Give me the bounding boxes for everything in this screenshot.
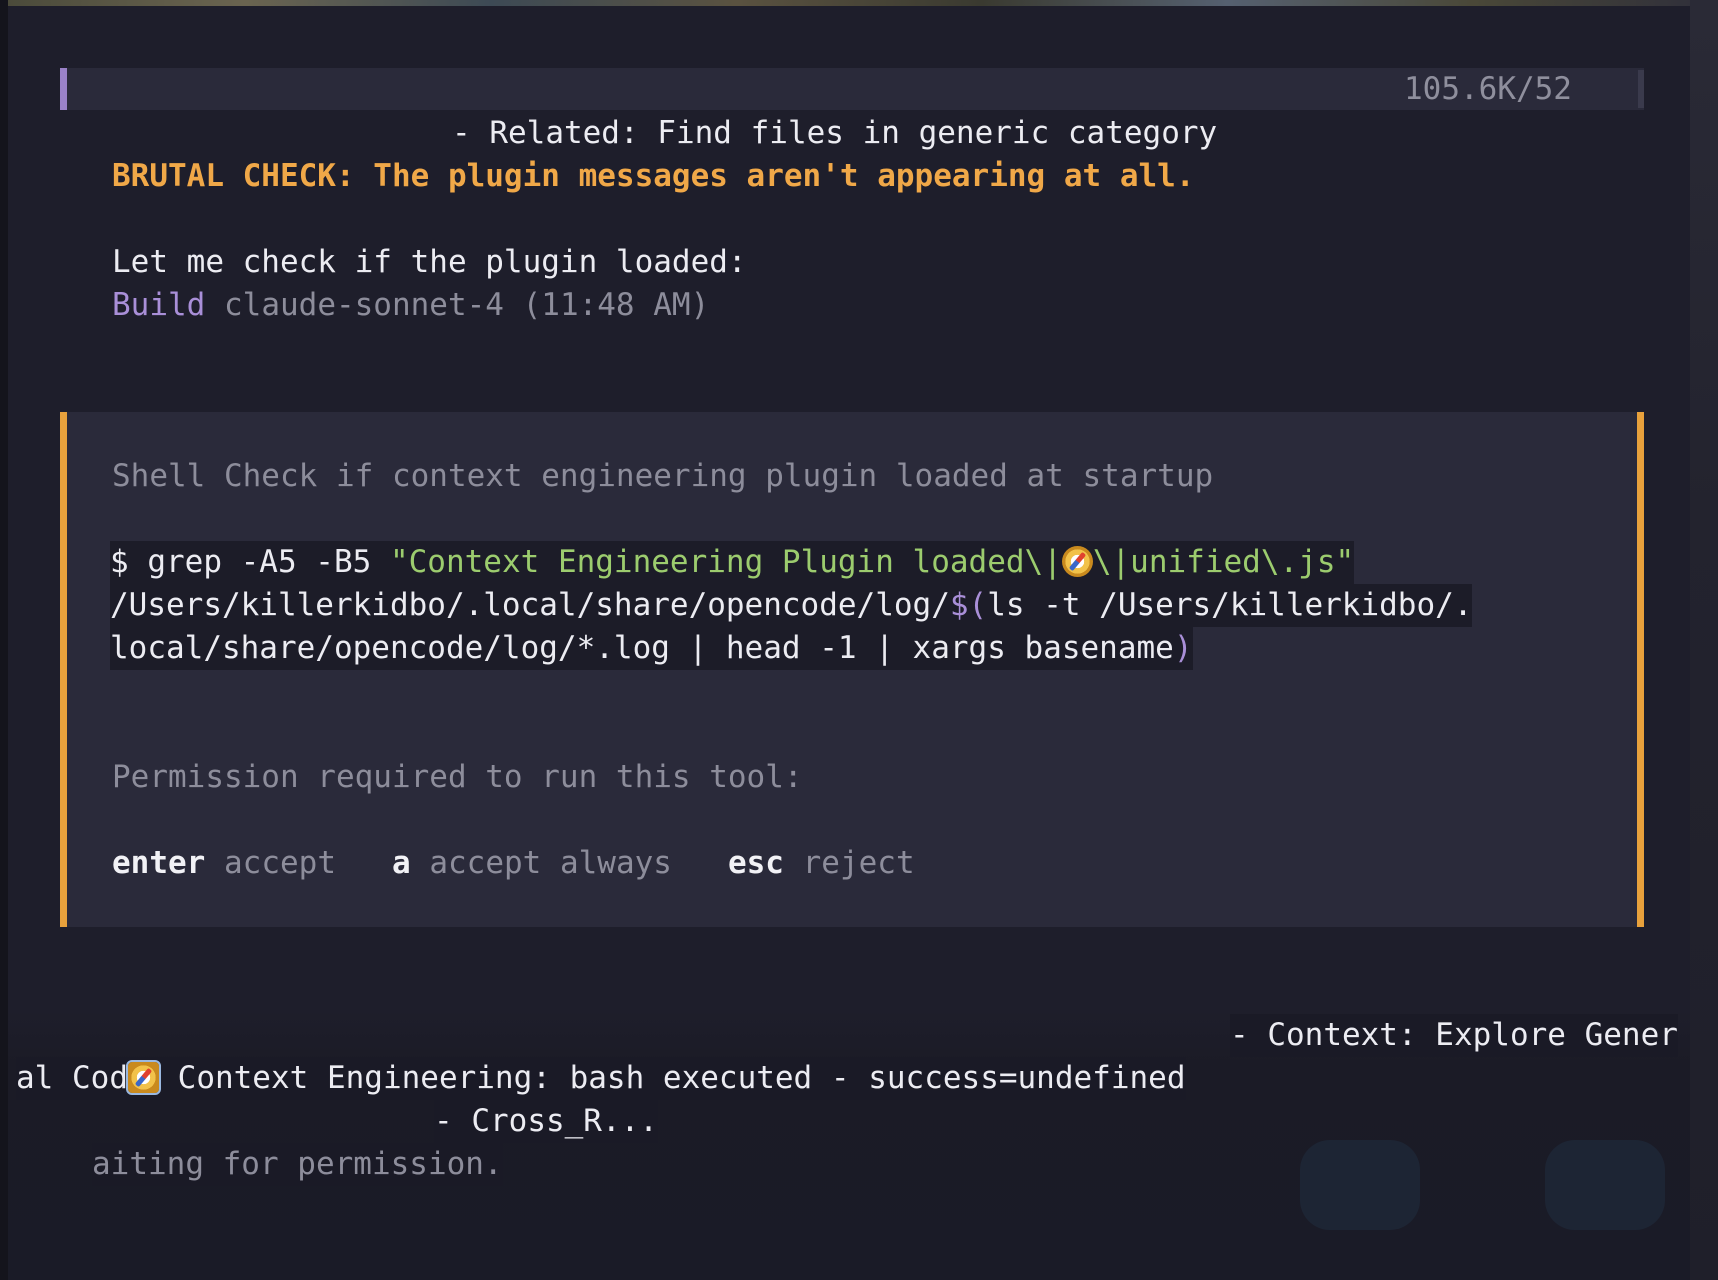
permission-text: Permission required to run this tool: bbox=[112, 759, 803, 795]
log-line-related: - Related: Find files in generic categor… bbox=[452, 115, 1218, 151]
blurred-shape bbox=[1300, 1140, 1420, 1230]
window-left-edge bbox=[0, 0, 8, 1280]
command-string-b: \|unified\.js" bbox=[1092, 544, 1355, 580]
command-prompt: $ grep -A5 -B5 bbox=[110, 544, 390, 580]
overlay-cross-line: - Cross_R... bbox=[434, 1100, 658, 1143]
command-line-1: $ grep -A5 -B5 "Context Engineering Plug… bbox=[110, 541, 1355, 584]
esc-key: esc bbox=[727, 845, 784, 881]
window-right-edge bbox=[1690, 0, 1718, 1280]
a-key: a bbox=[391, 845, 411, 881]
overlay-message: Context Engineering: bash executed - suc… bbox=[177, 1060, 1186, 1096]
panel-right-border bbox=[1637, 412, 1644, 927]
permission-actions: enter accept a accept always esc reject bbox=[112, 842, 915, 885]
accept-label: accept bbox=[224, 845, 336, 881]
panel-left-border bbox=[60, 412, 67, 927]
accept-action[interactable]: enter accept bbox=[112, 845, 336, 881]
build-mode: Build bbox=[112, 287, 206, 323]
blurred-shape bbox=[1545, 1140, 1665, 1230]
command-line-3: local/share/opencode/log/*.log | head -1… bbox=[110, 627, 1193, 670]
reject-label: reject bbox=[802, 845, 915, 881]
subshell-close: ) bbox=[1173, 630, 1193, 666]
build-info: Build claude-sonnet-4 (11:48 AM) bbox=[112, 284, 709, 327]
status-bar-accent bbox=[60, 68, 67, 110]
token-count: 105.6K/52 bbox=[1404, 71, 1572, 107]
compass-icon bbox=[1061, 546, 1093, 577]
brutal-check-heading: BRUTAL CHECK: The plugin messages aren't… bbox=[112, 158, 1195, 194]
command-string-a: "Context Engineering Plugin loaded\| bbox=[389, 544, 1062, 580]
compass-icon bbox=[125, 1060, 161, 1095]
command-line-2: /Users/killerkidbo/.local/share/opencode… bbox=[110, 584, 1473, 627]
overlay-context-line: - Context: Explore Gener bbox=[1230, 1014, 1678, 1057]
subshell-open: $( bbox=[949, 587, 988, 623]
enter-key: enter bbox=[112, 845, 206, 881]
overlay-engineering-line: al Cod Context Engineering: bash execute… bbox=[16, 1057, 1186, 1100]
model-timestamp: claude-sonnet-4 (11:48 AM) bbox=[224, 287, 710, 323]
accept-always-action[interactable]: a accept always bbox=[392, 845, 672, 881]
command-ls: ls -t /Users/killerkidbo/. bbox=[987, 587, 1473, 623]
waiting-status: aiting for permission. bbox=[92, 1143, 503, 1186]
desktop-background-strip bbox=[0, 0, 1718, 6]
tool-title: Shell Check if context engineering plugi… bbox=[112, 458, 1214, 494]
reject-action[interactable]: esc reject bbox=[728, 845, 915, 881]
accept-always-label: accept always bbox=[429, 845, 672, 881]
message-text: Let me check if the plugin loaded: bbox=[112, 244, 747, 280]
command-path: /Users/killerkidbo/.local/share/opencode… bbox=[110, 587, 950, 623]
status-bar-divider bbox=[1638, 70, 1644, 108]
overlay-prefix: al Cod bbox=[16, 1060, 128, 1096]
command-pipe: local/share/opencode/log/*.log | head -1… bbox=[110, 630, 1174, 666]
